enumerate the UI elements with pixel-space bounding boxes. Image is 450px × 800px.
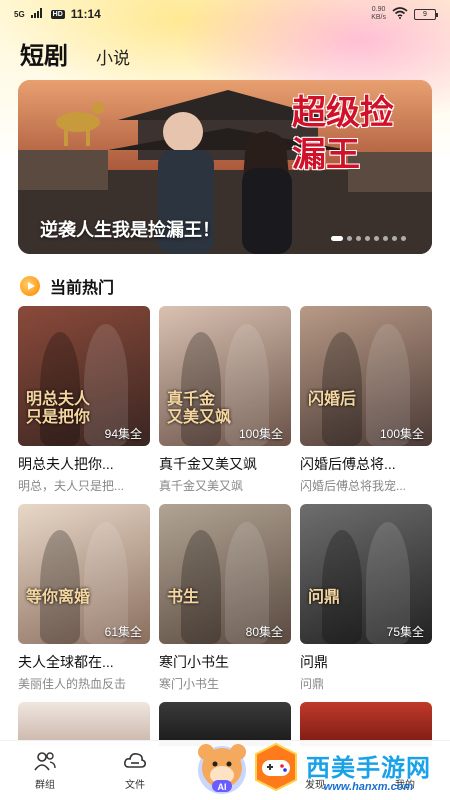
play-trend-icon <box>20 276 40 296</box>
drama-subtitle: 闪婚后傅总将我宠... <box>300 479 407 493</box>
signal-icon <box>30 7 45 21</box>
drama-cover[interactable]: 闪婚后 100集全 <box>300 306 432 446</box>
hd-badge: HD <box>50 9 65 19</box>
nav-group[interactable]: 群组 <box>0 741 90 800</box>
network-speed: 0.90 KB/s <box>371 6 386 21</box>
game-icon <box>255 742 297 792</box>
banner-dot[interactable] <box>356 236 361 241</box>
cloud-icon <box>124 753 146 768</box>
banner-dot[interactable] <box>374 236 379 241</box>
cover-title-art: 书生 <box>167 587 200 606</box>
cover-title-art: 问鼎 <box>308 587 341 606</box>
cover-title-art: 真千金 又美又飒 <box>167 389 232 426</box>
drama-card[interactable]: 等你离婚 61集全 夫人全球都在... 美丽佳人的热血反击 <box>18 504 150 702</box>
group-icon <box>34 752 56 771</box>
drama-subtitle: 寒门小书生 <box>159 677 220 691</box>
clock: 11:14 <box>70 7 101 21</box>
section-header-hot: 当前热门 <box>20 274 114 298</box>
nav-files[interactable]: 文件 <box>90 741 180 800</box>
tab-novel[interactable]: 小说 <box>96 44 130 69</box>
drama-subtitle: 美丽佳人的热血反击 <box>18 677 127 691</box>
ai-bear-icon: AI <box>198 744 246 794</box>
banner-dot[interactable] <box>347 236 352 241</box>
cover-title-art: 闪婚后 <box>308 389 357 408</box>
drama-title[interactable]: 夫人全球都在... <box>18 652 150 672</box>
episode-count: 61集全 <box>104 625 142 639</box>
battery-indicator: 9 <box>414 8 438 20</box>
status-bar: 5G HD 11:14 0.90 KB/s 9 <box>0 0 450 28</box>
watermark-url: www.hanxm.com <box>323 781 414 793</box>
wifi-icon <box>392 6 408 22</box>
section-title: 当前热门 <box>50 280 115 297</box>
drama-cover[interactable]: 问鼎 75集全 <box>300 504 432 644</box>
episode-count: 75集全 <box>386 625 424 639</box>
drama-cover[interactable]: 明总夫人 只是把你 94集全 <box>18 306 150 446</box>
drama-title[interactable]: 问鼎 <box>300 652 432 672</box>
drama-card[interactable]: 真千金 又美又飒 100集全 真千金又美又飒 真千金又美又飒 <box>159 306 291 504</box>
ai-badge-text: AI <box>218 782 227 792</box>
banner-pagination <box>331 236 406 241</box>
drama-title[interactable]: 闪婚后傅总将... <box>300 454 432 474</box>
cover-title-art: 等你离婚 <box>26 587 91 606</box>
drama-card[interactable]: 书生 80集全 寒门小书生 寒门小书生 <box>159 504 291 702</box>
drama-title[interactable]: 明总夫人把你... <box>18 454 150 474</box>
banner-dot[interactable] <box>401 236 406 241</box>
episode-count: 100集全 <box>238 427 283 441</box>
drama-cover[interactable]: 真千金 又美又飒 100集全 <box>159 306 291 446</box>
site-watermark: 西美手游网 www.hanxm.com <box>306 748 431 793</box>
banner-title: 逆袭人生我是捡漏王！ <box>40 220 220 240</box>
featured-banner[interactable]: 超级捡漏王 逆袭人生我是捡漏王！ <box>18 80 432 254</box>
nav-files-label: 文件 <box>125 780 145 791</box>
content-type-tabs: 短剧 小说 <box>20 36 130 71</box>
watermark-title: 西美手游网 <box>306 755 431 782</box>
drama-card[interactable]: 明总夫人 只是把你 94集全 明总夫人把你... 明总，夫人只是把... <box>18 306 150 504</box>
episode-count: 80集全 <box>245 625 283 639</box>
drama-subtitle: 明总，夫人只是把... <box>18 479 125 493</box>
network-type: 5G <box>14 9 25 19</box>
drama-subtitle: 问鼎 <box>300 677 325 691</box>
drama-title[interactable]: 真千金又美又飒 <box>159 454 291 474</box>
drama-title[interactable]: 寒门小书生 <box>159 652 291 672</box>
banner-dot[interactable] <box>383 236 388 241</box>
banner-dot[interactable] <box>392 236 397 241</box>
drama-cover[interactable]: 等你离婚 61集全 <box>18 504 150 644</box>
episode-count: 94集全 <box>104 427 142 441</box>
nav-group-label: 群组 <box>35 780 55 791</box>
banner-art-title: 超级捡漏王 <box>292 93 394 175</box>
drama-card[interactable]: 闪婚后 100集全 闪婚后傅总将... 闪婚后傅总将我宠... <box>300 306 432 504</box>
drama-card[interactable]: 问鼎 75集全 问鼎 问鼎 <box>300 504 432 702</box>
banner-dot[interactable] <box>365 236 370 241</box>
ai-assistant-button[interactable]: AI <box>194 740 250 796</box>
cover-title-art: 明总夫人 只是把你 <box>26 389 91 426</box>
drama-subtitle: 真千金又美又飒 <box>159 479 244 493</box>
game-center-button[interactable] <box>252 742 300 792</box>
drama-grid: 明总夫人 只是把你 94集全 明总夫人把你... 明总，夫人只是把... 真千金… <box>18 306 432 702</box>
drama-cover[interactable]: 书生 80集全 <box>159 504 291 644</box>
episode-count: 100集全 <box>379 427 424 441</box>
tab-short-drama[interactable]: 短剧 <box>20 36 68 71</box>
banner-dot[interactable] <box>331 236 343 241</box>
